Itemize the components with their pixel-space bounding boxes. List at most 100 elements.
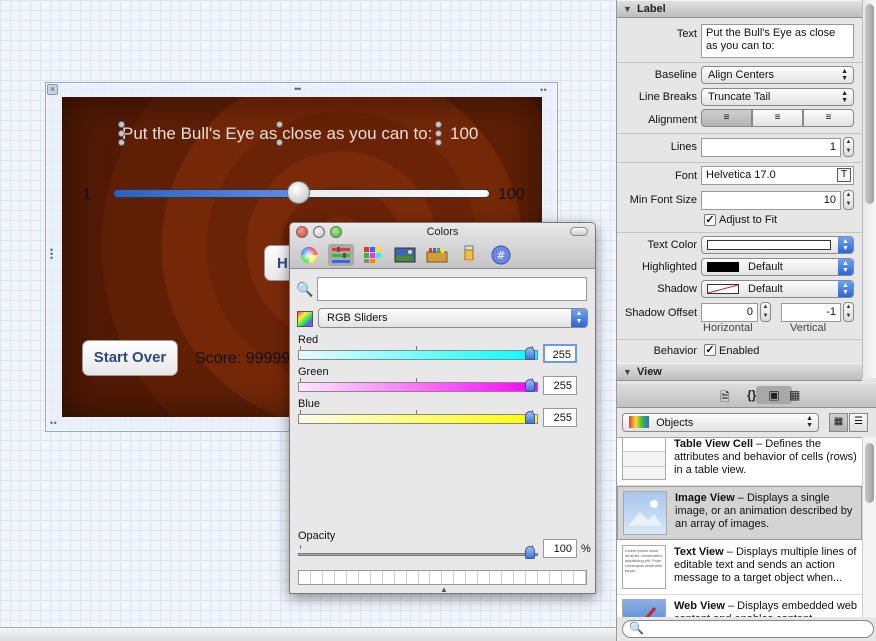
object-library-icon[interactable]: ▣	[756, 386, 792, 404]
resize-handle-top-right[interactable]: • •	[540, 85, 547, 95]
grid-view-icon[interactable]: ▦	[829, 413, 848, 432]
align-center-icon[interactable]: ≡	[752, 109, 803, 127]
opacity-slider[interactable]	[298, 553, 538, 556]
view-section-header[interactable]: ▼ View	[617, 363, 862, 381]
shadow-popup[interactable]: Default ▲ ▼	[701, 280, 854, 298]
green-slider[interactable]	[298, 382, 538, 392]
text-color-swatch	[707, 240, 831, 250]
chevron-up-down-icon: ▲ ▼	[806, 415, 813, 429]
shadow-offset-vertical-field[interactable]: -1	[781, 303, 841, 322]
shadow-offset-label: Shadow Offset	[625, 307, 697, 319]
tick	[300, 545, 301, 549]
opacity-slider-knob[interactable]	[525, 546, 535, 559]
label-section-header[interactable]: ▼ Label	[617, 0, 862, 18]
text-color-popup[interactable]: ▲ ▼	[701, 236, 854, 254]
selection-handle[interactable]	[435, 121, 442, 128]
view-section-title: View	[637, 366, 662, 378]
crayons-icon[interactable]	[424, 244, 450, 266]
color-wheel-icon[interactable]	[296, 244, 322, 266]
slider-thumb[interactable]	[287, 181, 310, 204]
chevron-up-down-icon: ▲ ▼	[838, 259, 853, 275]
image-palettes-icon[interactable]	[392, 244, 418, 266]
selection-handle[interactable]	[118, 130, 125, 137]
library-search-input[interactable]	[622, 620, 874, 638]
blue-value-field[interactable]: 255	[543, 408, 577, 427]
shadow-offset-horizontal-field[interactable]: 0	[701, 303, 758, 322]
font-field[interactable]: Helvetica 17.0 T	[701, 166, 854, 185]
highlighted-popup[interactable]: Default ▲ ▼	[701, 258, 854, 276]
color-search-input[interactable]	[317, 277, 587, 301]
svg-text:#: #	[496, 249, 505, 262]
close-icon[interactable]: ×	[47, 84, 58, 95]
item-name: Web View	[674, 600, 725, 612]
align-left-icon[interactable]: ≡	[701, 109, 752, 127]
library-scroll-thumb[interactable]	[865, 443, 874, 503]
opacity-value-field[interactable]: 100	[543, 539, 577, 558]
line-breaks-popup[interactable]: Truncate Tail ▲ ▼	[701, 88, 854, 106]
lines-stepper[interactable]: ▲ ▼	[843, 137, 854, 157]
toolbar-toggle-button[interactable]	[570, 227, 588, 236]
vertical-caption: Vertical	[790, 322, 827, 334]
hex-icon[interactable]: #	[488, 244, 514, 266]
selection-handle[interactable]	[118, 139, 125, 146]
red-slider[interactable]	[298, 350, 538, 360]
font-picker-icon[interactable]: T	[837, 168, 851, 182]
selection-handle[interactable]	[435, 139, 442, 146]
selection-handle[interactable]	[118, 121, 125, 128]
green-slider-knob[interactable]	[525, 379, 535, 392]
red-value-field[interactable]: 255	[543, 344, 577, 363]
start-over-button[interactable]: Start Over	[82, 340, 178, 376]
align-right-icon[interactable]: ≡	[803, 109, 854, 127]
blue-slider[interactable]	[298, 414, 538, 424]
resize-handle-left[interactable]: • • •	[50, 246, 56, 263]
text-value-field[interactable]: Put the Bull's Eye as close as you can t…	[701, 24, 854, 58]
shadow-label: Shadow	[657, 283, 697, 295]
min-font-size-stepper[interactable]: ▲ ▼	[843, 190, 854, 210]
resize-handle-bottom-left[interactable]: • •	[50, 418, 57, 428]
enabled-checkbox[interactable]: ✓	[704, 344, 716, 356]
pencil-icon[interactable]	[456, 244, 482, 266]
target-value-label: 100	[450, 124, 479, 143]
blue-label: Blue	[298, 398, 321, 410]
item-name: Image View	[675, 492, 735, 504]
chevron-up-down-icon: ▲ ▼	[838, 281, 853, 297]
disclosure-triangle-icon[interactable]: ▼	[623, 4, 632, 14]
divider	[617, 133, 862, 134]
score-label: Score: 99999	[195, 350, 291, 367]
list-item[interactable]: Image View – Displays a single image, or…	[617, 486, 862, 540]
color-palettes-icon[interactable]	[360, 244, 386, 266]
divider	[617, 62, 862, 63]
lines-field[interactable]: 1	[701, 138, 841, 157]
color-sliders-icon[interactable]	[328, 244, 354, 266]
adjust-to-fit-checkbox[interactable]: ✓	[704, 214, 716, 226]
canvas-horizontal-scrollbar[interactable]	[0, 627, 616, 641]
list-item[interactable]: Web View – Displays embedded web content…	[617, 595, 862, 617]
shadow-offset-vertical-stepper[interactable]: ▲ ▼	[843, 302, 854, 322]
selection-handle[interactable]	[276, 139, 283, 146]
code-snippet-icon[interactable]: {}	[747, 388, 756, 402]
divider	[617, 232, 862, 233]
list-item[interactable]: Table View Cell – Defines the attributes…	[617, 438, 862, 486]
min-font-size-field[interactable]: 10	[701, 191, 841, 210]
list-item[interactable]: Lorem ipsum dolor sit amet, consectetur …	[617, 541, 862, 595]
file-template-icon[interactable]: 🗎	[720, 388, 730, 409]
selection-handle[interactable]	[276, 121, 283, 128]
resize-handle-top[interactable]: •••	[294, 84, 302, 94]
adjust-to-fit-label: Adjust to Fit	[719, 214, 778, 226]
slider-mode-select[interactable]: RGB Sliders ▲ ▼	[318, 308, 588, 328]
disclosure-triangle-icon[interactable]: ▼	[623, 367, 632, 377]
green-value-field[interactable]: 255	[543, 376, 577, 395]
inspector-scroll-thumb[interactable]	[865, 4, 874, 204]
selection-handle[interactable]	[435, 130, 442, 137]
drawer-grip-icon[interactable]: ▲	[440, 585, 448, 593]
list-view-icon[interactable]: ☰	[849, 413, 868, 432]
baseline-popup[interactable]: Align Centers ▲ ▼	[701, 66, 854, 84]
saved-swatches[interactable]	[298, 570, 587, 585]
shadow-offset-horizontal-stepper[interactable]: ▲ ▼	[760, 302, 771, 322]
current-color-swatch[interactable]	[297, 311, 313, 327]
media-library-icon[interactable]: ▦	[789, 388, 800, 402]
library-filter-popup[interactable]: Objects ▲ ▼	[622, 413, 819, 432]
red-slider-knob[interactable]	[525, 347, 535, 360]
blue-slider-knob[interactable]	[525, 411, 535, 424]
baseline-value: Align Centers	[708, 69, 775, 81]
